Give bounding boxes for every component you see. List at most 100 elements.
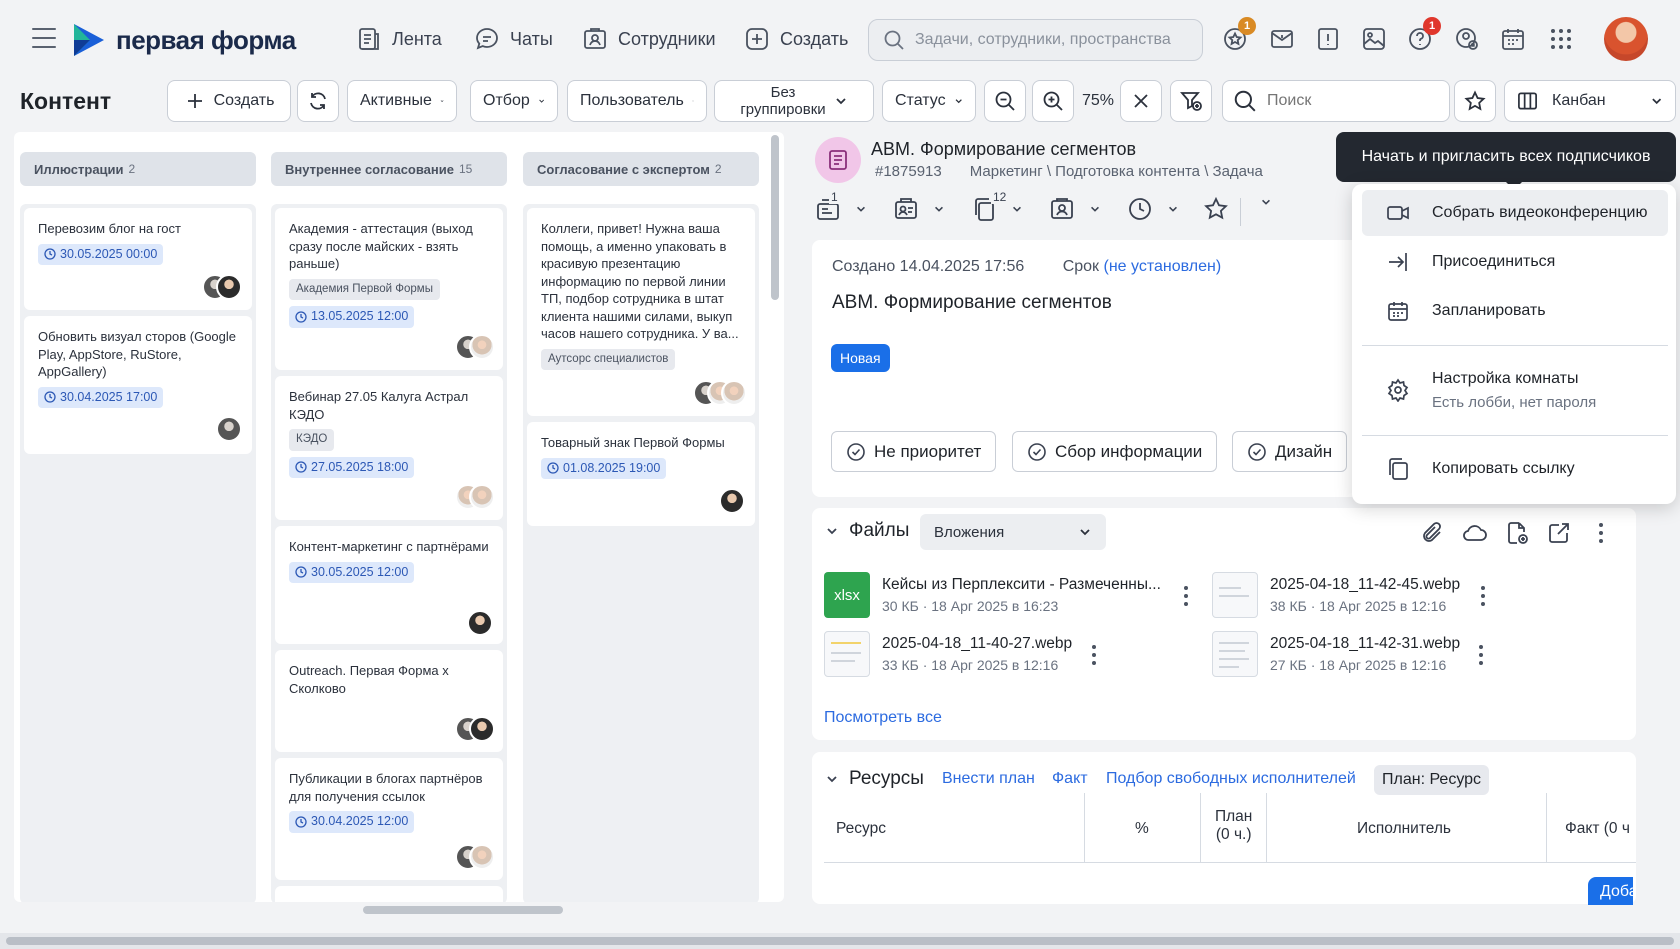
documents-button[interactable] xyxy=(1359,24,1389,54)
plan-resource-chip[interactable]: План: Ресурс xyxy=(1374,765,1490,795)
nav-create[interactable]: Создать xyxy=(744,26,848,52)
logo[interactable]: первая форма xyxy=(72,22,296,58)
files-section-header[interactable]: Файлы xyxy=(825,520,909,542)
kanban-vertical-scrollbar[interactable] xyxy=(771,135,779,300)
user-avatar[interactable] xyxy=(1604,17,1648,61)
view-dropdown[interactable]: Канбан xyxy=(1504,80,1676,122)
kanban-horizontal-scrollbar[interactable] xyxy=(363,906,563,914)
avatar[interactable] xyxy=(469,484,495,510)
favorites-button[interactable]: 1 xyxy=(1220,17,1256,54)
zoom-out-button[interactable] xyxy=(984,80,1026,122)
kanban-card[interactable]: Обновить визуал сторов (Google Play, App… xyxy=(24,316,252,454)
more-actions-button[interactable] xyxy=(1260,196,1272,208)
apps-grid-button[interactable] xyxy=(1546,24,1576,54)
status-badge[interactable]: Новая xyxy=(831,344,890,372)
avatar[interactable] xyxy=(719,488,745,514)
cloud-upload-button[interactable] xyxy=(1460,518,1490,548)
column-header-expert-approval[interactable]: Согласование с экспертом 2 xyxy=(523,152,759,186)
kanban-card[interactable]: Товарный знак Первой Формы 01.08.2025 19… xyxy=(527,422,755,526)
nav-feed[interactable]: Лента xyxy=(356,26,442,52)
kanban-card[interactable]: Контент-маркетинг с партнёрами 30.05.202… xyxy=(275,526,503,644)
add-resource-button[interactable]: Доба xyxy=(1588,877,1633,905)
selection-dropdown[interactable]: Отбор xyxy=(470,80,558,122)
column-header-internal-approval[interactable]: Внутреннее согласование 15 xyxy=(271,152,507,186)
mail-button[interactable] xyxy=(1267,24,1297,54)
files-more-button[interactable] xyxy=(1598,523,1604,543)
nav-chats[interactable]: Чаты xyxy=(474,26,553,52)
task-path[interactable]: Маркетинг \ Подготовка контента \ Задача xyxy=(970,163,1263,180)
free-executors-link[interactable]: Подбор свободных исполнителей xyxy=(1106,770,1356,788)
column-header-percent[interactable]: % xyxy=(1135,820,1149,838)
file-item[interactable]: 2025-04-18_11-42-45.webp 38 КБ · 18 Арг … xyxy=(1212,572,1460,618)
tag-chip-info-gathering[interactable]: Сбор информации xyxy=(1012,431,1218,472)
user-dropdown[interactable]: Пользователь xyxy=(567,80,707,122)
subtasks-button[interactable]: 1 xyxy=(815,190,867,222)
column-header-executor[interactable]: Исполнитель xyxy=(1357,820,1451,838)
show-all-files-link[interactable]: Посмотреть все xyxy=(824,709,942,727)
enter-plan-link[interactable]: Внести план xyxy=(942,770,1035,788)
task-id[interactable]: #1875913 xyxy=(875,163,942,180)
chevron-down-icon[interactable] xyxy=(855,203,867,215)
task-favorite-button[interactable] xyxy=(1203,196,1229,222)
page-horizontal-scrollbar[interactable] xyxy=(0,933,1680,949)
kanban-card[interactable]: Публикации в блогах партнёров для получе… xyxy=(275,758,503,880)
grouping-dropdown[interactable]: Без группировки xyxy=(714,80,874,122)
avatar[interactable] xyxy=(469,334,495,360)
nav-employees[interactable]: Сотрудники xyxy=(582,26,716,52)
active-filter-dropdown[interactable]: Активные xyxy=(347,80,457,122)
avatar[interactable] xyxy=(216,274,242,300)
file-more-button[interactable] xyxy=(1478,645,1484,665)
notices-button[interactable] xyxy=(1313,24,1343,54)
avatar[interactable] xyxy=(469,716,495,742)
clear-filters-button[interactable] xyxy=(1120,80,1162,122)
deadline-value[interactable]: (не установлен) xyxy=(1104,258,1222,275)
board-search[interactable] xyxy=(1222,80,1450,122)
chevron-down-icon[interactable] xyxy=(933,203,945,215)
time-tracking-button[interactable] xyxy=(1127,196,1179,222)
menu-item-join[interactable]: Присоединиться xyxy=(1362,239,1668,285)
column-header-plan[interactable]: План (0 ч.) xyxy=(1215,808,1252,844)
settings-user-button[interactable] xyxy=(1452,24,1482,54)
board-search-input[interactable] xyxy=(1267,92,1437,110)
global-search-input[interactable] xyxy=(915,31,1195,49)
contacts-button[interactable] xyxy=(893,196,945,222)
avatar[interactable] xyxy=(467,610,493,636)
hamburger-menu-icon[interactable] xyxy=(32,28,56,48)
file-more-button[interactable] xyxy=(1480,586,1486,606)
attachments-select[interactable]: Вложения xyxy=(920,514,1106,550)
kanban-card[interactable] xyxy=(275,886,503,902)
file-more-button[interactable] xyxy=(1091,645,1097,665)
file-item[interactable]: 2025-04-18_11-40-27.webp 33 КБ · 18 Арг … xyxy=(824,631,1072,677)
tag-chip-design[interactable]: Дизайн xyxy=(1232,431,1348,472)
chevron-down-icon[interactable] xyxy=(1167,203,1179,215)
create-button[interactable]: Создать xyxy=(167,80,291,122)
chevron-down-icon[interactable] xyxy=(1011,203,1023,215)
kanban-card[interactable]: Перевозим блог на гост 30.05.2025 00:00 xyxy=(24,208,252,310)
calendar-button[interactable] xyxy=(1498,24,1528,54)
add-filter-button[interactable] xyxy=(1170,80,1212,122)
column-header-illustrations[interactable]: Иллюстрации 2 xyxy=(20,152,256,186)
kanban-card[interactable]: Академия - аттестация (выход сразу после… xyxy=(275,208,503,370)
avatar[interactable] xyxy=(216,416,242,442)
copies-button[interactable]: 12 xyxy=(971,190,1023,222)
column-header-resource[interactable]: Ресурс xyxy=(836,820,886,838)
global-search[interactable] xyxy=(868,19,1203,61)
attach-file-button[interactable] xyxy=(1418,518,1448,548)
help-button[interactable]: 1 xyxy=(1405,17,1441,54)
chevron-down-icon[interactable] xyxy=(1089,203,1101,215)
zoom-in-button[interactable] xyxy=(1032,80,1074,122)
kanban-card[interactable]: Outreach. Первая Форма х Сколково xyxy=(275,650,503,752)
fact-link[interactable]: Факт xyxy=(1052,770,1088,788)
resources-section-header[interactable]: Ресурсы xyxy=(825,768,924,790)
tag-chip-not-priority[interactable]: Не приоритет xyxy=(831,431,997,472)
new-file-button[interactable] xyxy=(1502,518,1532,548)
kanban-card[interactable]: Вебинар 27.05 Калуга Астрал КЭДО КЭДО 27… xyxy=(275,376,503,520)
file-more-button[interactable] xyxy=(1183,586,1189,606)
refresh-button[interactable] xyxy=(297,80,339,122)
menu-item-start-video-conference[interactable]: Собрать видеоконференцию xyxy=(1362,190,1668,236)
open-external-button[interactable] xyxy=(1544,518,1574,548)
status-dropdown[interactable]: Статус xyxy=(882,80,976,122)
avatar[interactable] xyxy=(721,380,747,406)
kanban-card[interactable]: Коллеги, привет! Нужна ваша помощь, а им… xyxy=(527,208,755,416)
menu-item-schedule[interactable]: Запланировать xyxy=(1362,288,1668,334)
